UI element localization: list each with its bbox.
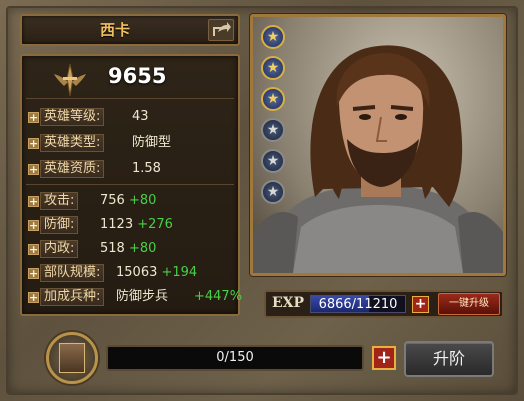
stat-bullet-icon: + [28, 218, 39, 232]
stat-attack-bonus: +80 [128, 193, 157, 208]
hero-avatar[interactable] [46, 332, 98, 384]
stat-bullet-icon: + [28, 290, 39, 304]
power-emblem-icon [54, 63, 86, 97]
share-arrow-icon [213, 22, 231, 36]
stat-bullet-icon: + [28, 110, 39, 124]
hero-portrait-image [253, 45, 503, 273]
stat-label: 攻击: [40, 192, 79, 210]
stat-aptitude-value: 1.58 [132, 161, 161, 176]
stat-defense-row: + 防御: [28, 216, 79, 234]
divider [26, 98, 234, 99]
divider [26, 184, 234, 185]
stat-troops-bonus: +194 [161, 265, 198, 280]
stat-politics-bonus: +80 [128, 241, 157, 256]
stat-type-row: + 英雄类型: [28, 134, 105, 152]
stat-label: 英雄类型: [40, 134, 105, 152]
advance-button[interactable]: 升阶 [404, 341, 494, 377]
one-click-upgrade-button[interactable]: 一键升级 [438, 293, 500, 315]
advance-progress-text: 0/150 [216, 350, 254, 365]
stat-bonus-unit-value: 防御步兵 [116, 289, 169, 304]
stat-attack-value: 756 +80 [100, 193, 157, 208]
stat-troops-row: + 部队规模: [28, 264, 105, 282]
stat-bonus-unit-bonus: +447% [194, 289, 243, 304]
stat-defense-bonus: +276 [137, 217, 173, 232]
stat-bullet-icon: + [28, 136, 39, 150]
hero-portrait: ★ ★ ★ ★ ★ ★ [250, 14, 506, 276]
stat-bullet-icon: + [28, 194, 39, 208]
stat-label: 英雄资质: [40, 160, 105, 178]
stat-label: 部队规模: [40, 264, 105, 282]
stat-defense-value: 1123 +276 [100, 217, 173, 232]
star-rating: ★ ★ ★ ★ ★ ★ [261, 25, 285, 204]
stat-bullet-icon: + [28, 242, 39, 256]
stat-aptitude-row: + 英雄资质: [28, 160, 105, 178]
hero-avatar-icon [59, 343, 85, 373]
stat-troops-value: 15063 +194 [116, 265, 198, 280]
exp-progress: 6866/11210 [310, 295, 406, 313]
star-icon: ★ [261, 118, 285, 142]
stat-level-row: + 英雄等级: [28, 108, 105, 126]
stat-level-value: 43 [132, 109, 149, 124]
stat-bonus-unit-row: + 加成兵种: [28, 288, 105, 306]
stat-label: 防御: [40, 216, 79, 234]
stat-politics-value: 518 +80 [100, 241, 157, 256]
star-icon: ★ [261, 25, 285, 49]
star-icon: ★ [261, 87, 285, 111]
stat-type-value: 防御型 [132, 135, 172, 150]
stat-attack-row: + 攻击: [28, 192, 79, 210]
hero-power: 9655 [108, 64, 167, 88]
advance-progress: 0/150 [106, 345, 364, 371]
add-exp-button[interactable]: + [412, 296, 429, 313]
star-icon: ★ [261, 180, 285, 204]
add-advance-material-button[interactable]: + [372, 346, 396, 370]
exp-bar: EXP 6866/11210 + 一键升级 [264, 290, 504, 318]
stat-label: 英雄等级: [40, 108, 105, 126]
stat-bullet-icon: + [28, 266, 39, 280]
stat-bullet-icon: + [28, 162, 39, 176]
star-icon: ★ [261, 56, 285, 80]
stat-label: 内政: [40, 240, 79, 258]
stat-politics-row: + 内政: [28, 240, 79, 258]
hero-name: 西卡 [99, 21, 130, 39]
stat-label: 加成兵种: [40, 288, 105, 306]
star-icon: ★ [261, 149, 285, 173]
exp-label: EXP [272, 295, 305, 311]
hero-stats-panel: 9655 + 英雄等级: 43 + 英雄类型: 防御型 + 英雄资质: 1.58… [20, 54, 243, 316]
share-button[interactable] [208, 19, 234, 41]
hero-name-bar: 西卡 [20, 14, 240, 46]
exp-progress-text: 6866/11210 [318, 297, 398, 312]
